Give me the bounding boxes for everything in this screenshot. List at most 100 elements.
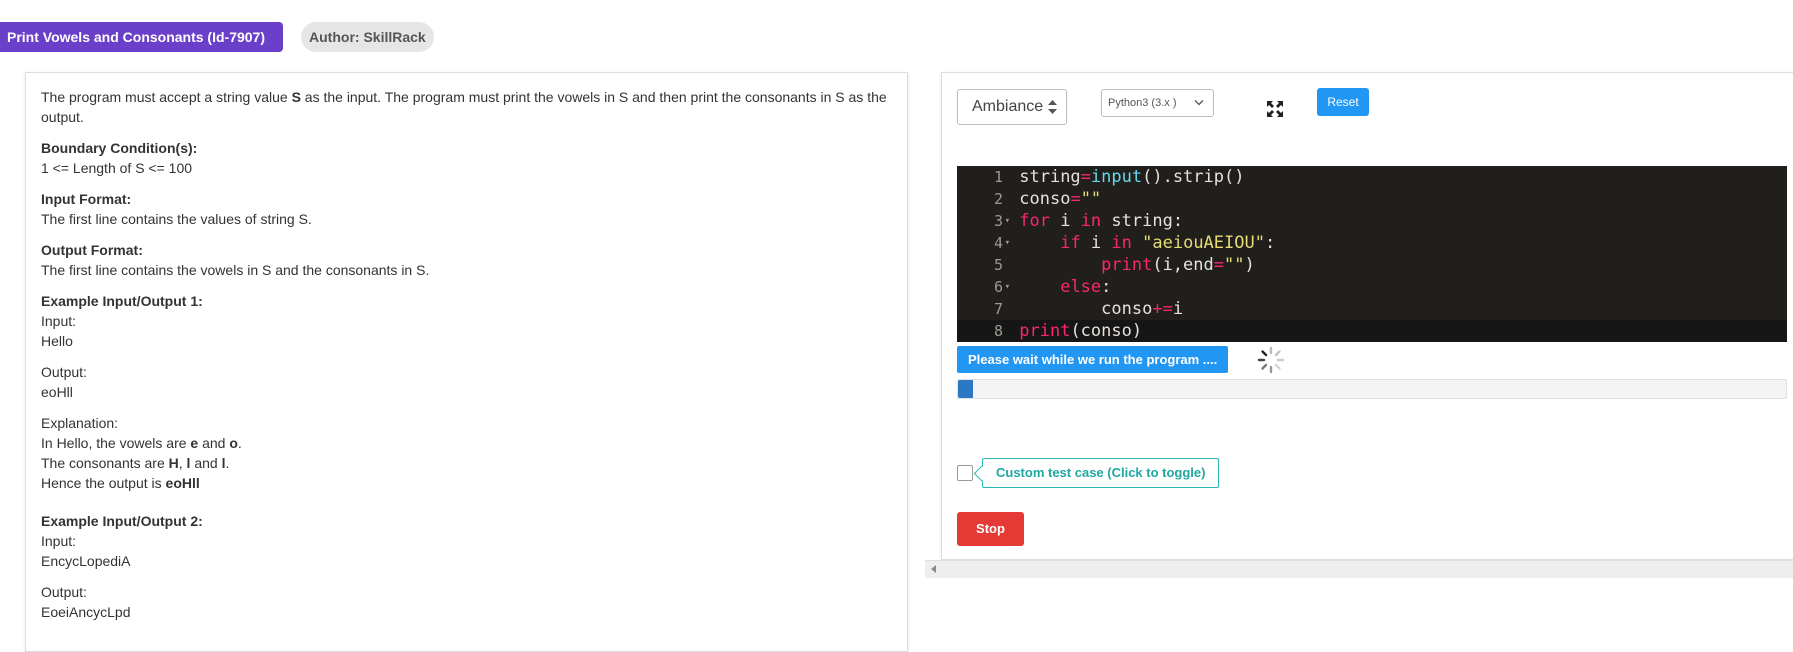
example-1-input-label: Input:: [41, 313, 77, 329]
line-number: 1: [957, 166, 1009, 188]
line-number: 7: [957, 298, 1009, 320]
example-2-output-label: Output:: [41, 584, 87, 600]
boundary-section: Boundary Condition(s): 1 <= Length of S …: [41, 138, 892, 178]
output-format-heading: Output Format:: [41, 242, 143, 258]
token: in: [1080, 211, 1102, 231]
language-select-value: Python3 (3.x ): [1108, 97, 1177, 109]
code-text: for i in string:: [1009, 210, 1183, 232]
line-number: 4 ▾: [957, 232, 1010, 254]
line-number: 6 ▾: [957, 276, 1010, 298]
fold-arrow-icon[interactable]: ▾: [1005, 232, 1010, 254]
token: "": [1080, 189, 1102, 209]
token: i: [1049, 211, 1081, 231]
custom-test-case-toggle[interactable]: Custom test case (Click to toggle): [982, 458, 1220, 488]
token: i: [1080, 233, 1112, 253]
example-1-output-label: Output:: [41, 364, 87, 380]
problem-intro: The program must accept a string value S…: [41, 87, 892, 127]
token: ().strip(): [1142, 167, 1245, 187]
explanation-label: Explanation:: [41, 415, 119, 431]
custom-test-case-row: Custom test case (Click to toggle): [957, 458, 1220, 488]
exp-text: ,: [178, 455, 187, 471]
token: =: [1070, 189, 1081, 209]
boundary-heading: Boundary Condition(s):: [41, 140, 198, 156]
loading-spinner-icon: [1257, 346, 1285, 374]
progress-bar: [957, 379, 1787, 399]
exp-bold: eoHll: [165, 475, 200, 491]
stop-button[interactable]: Stop: [957, 512, 1024, 546]
token: print: [1019, 321, 1071, 341]
input-format-heading: Input Format:: [41, 191, 132, 207]
exp-text: In Hello, the vowels are: [41, 435, 191, 451]
language-select[interactable]: Python3 (3.x ): [1101, 89, 1214, 117]
explanation-line-1: In Hello, the vowels are e and o.: [41, 433, 892, 453]
token: for: [1019, 211, 1050, 231]
token: :: [1101, 277, 1112, 297]
theme-select[interactable]: Ambiance: [957, 89, 1067, 125]
progress-bar-fill: [958, 380, 973, 398]
intro-text: The program must accept a string value: [41, 89, 292, 105]
explanation-line-3: Hence the output is eoHll: [41, 473, 892, 493]
exp-bold: o: [229, 435, 238, 451]
token: else: [1060, 277, 1102, 297]
select-arrows-icon: [1048, 100, 1057, 114]
code-text: conso+=i: [1009, 298, 1183, 320]
code-line-active: 8 print(conso): [957, 320, 1787, 342]
custom-test-case-checkbox[interactable]: [957, 465, 973, 481]
code-text: else:: [1009, 276, 1111, 298]
code-line: 6 ▾ else:: [957, 276, 1787, 298]
line-number-text: 6: [993, 278, 1003, 296]
fold-arrow-icon[interactable]: ▾: [1005, 210, 1010, 232]
token: in: [1111, 233, 1132, 253]
exp-text: .: [237, 435, 242, 451]
horizontal-scrollbar[interactable]: [925, 560, 1793, 578]
input-format-section: Input Format: The first line contains th…: [41, 189, 892, 229]
token: "aeiouAEIOU": [1142, 233, 1265, 253]
token: =: [1213, 255, 1224, 275]
run-status-bar: Please wait while we run the program ...…: [957, 346, 1229, 373]
output-format-section: Output Format: The first line contains t…: [41, 240, 892, 280]
example-2-heading: Example Input/Output 2:: [41, 513, 203, 529]
code-line: 2 conso="": [957, 188, 1787, 210]
line-number-text: 8: [993, 322, 1003, 340]
exp-text: .: [225, 455, 230, 471]
line-number: 5: [957, 254, 1009, 276]
line-number-text: 5: [993, 256, 1003, 274]
example-1-explanation: Explanation: In Hello, the vowels are e …: [41, 413, 892, 493]
code-text: if i in "aeiouAEIOU":: [1009, 232, 1275, 254]
line-number: 8: [957, 320, 1009, 342]
chevron-down-icon: [1194, 100, 1204, 106]
exp-text: and: [190, 455, 222, 471]
token: =: [1080, 167, 1091, 187]
page-header: Print Vowels and Consonants (Id-7907) Au…: [0, 22, 434, 52]
example-2-output: Output: EoeiAncycLpd: [41, 582, 892, 622]
example-1-heading: Example Input/Output 1:: [41, 293, 203, 309]
token: i: [1172, 299, 1184, 319]
example-2-input-label: Input:: [41, 533, 77, 549]
code-editor[interactable]: 1 string=input().strip() 2 conso="" 3 ▾ f…: [957, 166, 1787, 342]
theme-select-value: Ambiance: [972, 98, 1044, 115]
example-2-input-value: EncycLopediA: [41, 553, 131, 569]
token: conso: [1019, 189, 1071, 209]
token: +=: [1152, 299, 1173, 319]
code-text: conso="": [1009, 188, 1101, 210]
example-1-output-value: eoHll: [41, 384, 73, 400]
editor-panel: Ambiance Python3 (3.x ) Reset 1 string=i…: [941, 72, 1793, 560]
token: print: [1101, 255, 1153, 275]
author-badge: Author: SkillRack: [301, 22, 434, 52]
code-line: 5 print(i,end=""): [957, 254, 1787, 276]
line-number-text: 1: [993, 168, 1003, 186]
input-format-text: The first line contains the values of st…: [41, 211, 312, 227]
example-1-output: Output: eoHll: [41, 362, 892, 402]
output-format-text: The first line contains the vowels in S …: [41, 262, 430, 278]
code-text: print(conso): [1009, 320, 1142, 342]
code-line: 3 ▾ for i in string:: [957, 210, 1787, 232]
example-2-output-value: EoeiAncycLpd: [41, 604, 131, 620]
reset-button[interactable]: Reset: [1317, 88, 1369, 116]
scroll-left-arrow-icon[interactable]: [931, 565, 936, 573]
fullscreen-icon[interactable]: [1265, 99, 1285, 119]
fold-arrow-icon[interactable]: ▾: [1005, 276, 1010, 298]
